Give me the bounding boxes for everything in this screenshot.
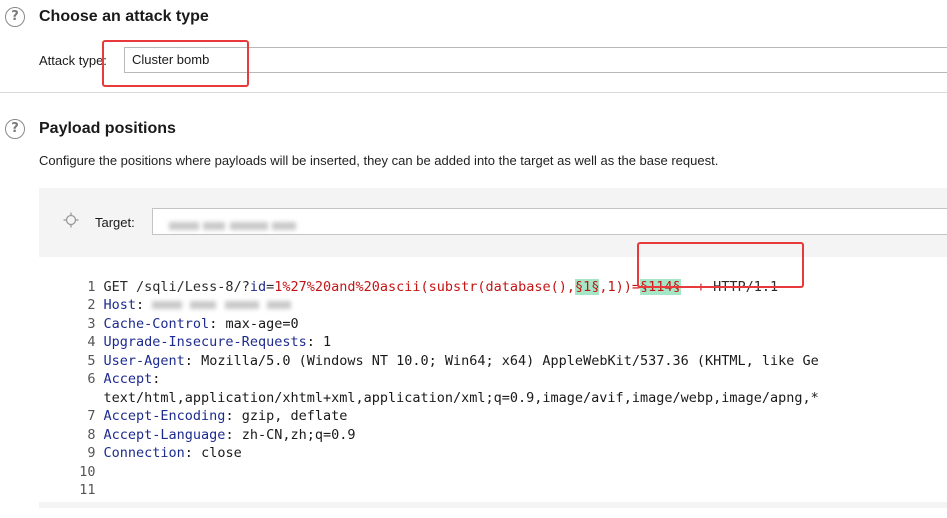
param-value-prefix: 1%27%20and%20ascii(substr(database(), bbox=[274, 278, 575, 295]
header-line: 9 Connection: close bbox=[39, 426, 241, 461]
header-line: 2 Host: bbox=[39, 278, 291, 313]
header-value: zh-CN,zh;q=0.9 bbox=[241, 426, 356, 443]
header-key: Connection bbox=[103, 445, 185, 461]
section-divider bbox=[0, 92, 947, 93]
header-line: 5 User-Agent: Mozilla/5.0 (Windows NT 10.… bbox=[39, 333, 818, 369]
header-line: 4 Upgrade-Insecure-Requests: 1 bbox=[39, 315, 331, 350]
payload-marker-1[interactable]: §1§ bbox=[574, 278, 600, 295]
header-line: 8 Accept-Language: zh-CN,zh;q=0.9 bbox=[39, 407, 355, 443]
empty-line: 10 bbox=[39, 444, 95, 480]
header-line: 3 Cache-Control: max-age=0 bbox=[39, 296, 298, 332]
payload-markers-highlight bbox=[637, 242, 804, 288]
request-editor[interactable]: 1 GET /sqli/Less-8/?id=1%27%20and%20ascii… bbox=[39, 257, 947, 502]
empty-line: 11 bbox=[39, 463, 95, 498]
header-line: 7 Accept-Encoding: gzip, deflate bbox=[39, 389, 347, 424]
attack-type-title: Choose an attack type bbox=[39, 8, 209, 25]
header-value: Mozilla/5.0 (Windows NT 10.0; Win64; x64… bbox=[201, 352, 819, 369]
help-icon[interactable]: ? bbox=[5, 119, 25, 139]
crosshair-icon[interactable] bbox=[63, 212, 79, 228]
target-input[interactable] bbox=[152, 208, 947, 235]
header-line: 6 Accept: bbox=[39, 352, 160, 387]
target-label: Target: bbox=[95, 215, 135, 230]
header-line: text/html,application/xhtml+xml,applicat… bbox=[39, 370, 819, 406]
param-value-mid: ,1))= bbox=[599, 278, 640, 295]
header-value: close bbox=[201, 445, 242, 461]
attack-type-highlight bbox=[102, 40, 249, 87]
help-icon[interactable]: ? bbox=[5, 7, 25, 27]
line-number: 11 bbox=[79, 482, 96, 498]
target-redacted bbox=[169, 217, 297, 235]
attack-type-label: Attack type: bbox=[39, 53, 107, 68]
payload-positions-description: Configure the positions where payloads w… bbox=[39, 153, 719, 168]
payload-positions-title: Payload positions bbox=[39, 120, 176, 137]
